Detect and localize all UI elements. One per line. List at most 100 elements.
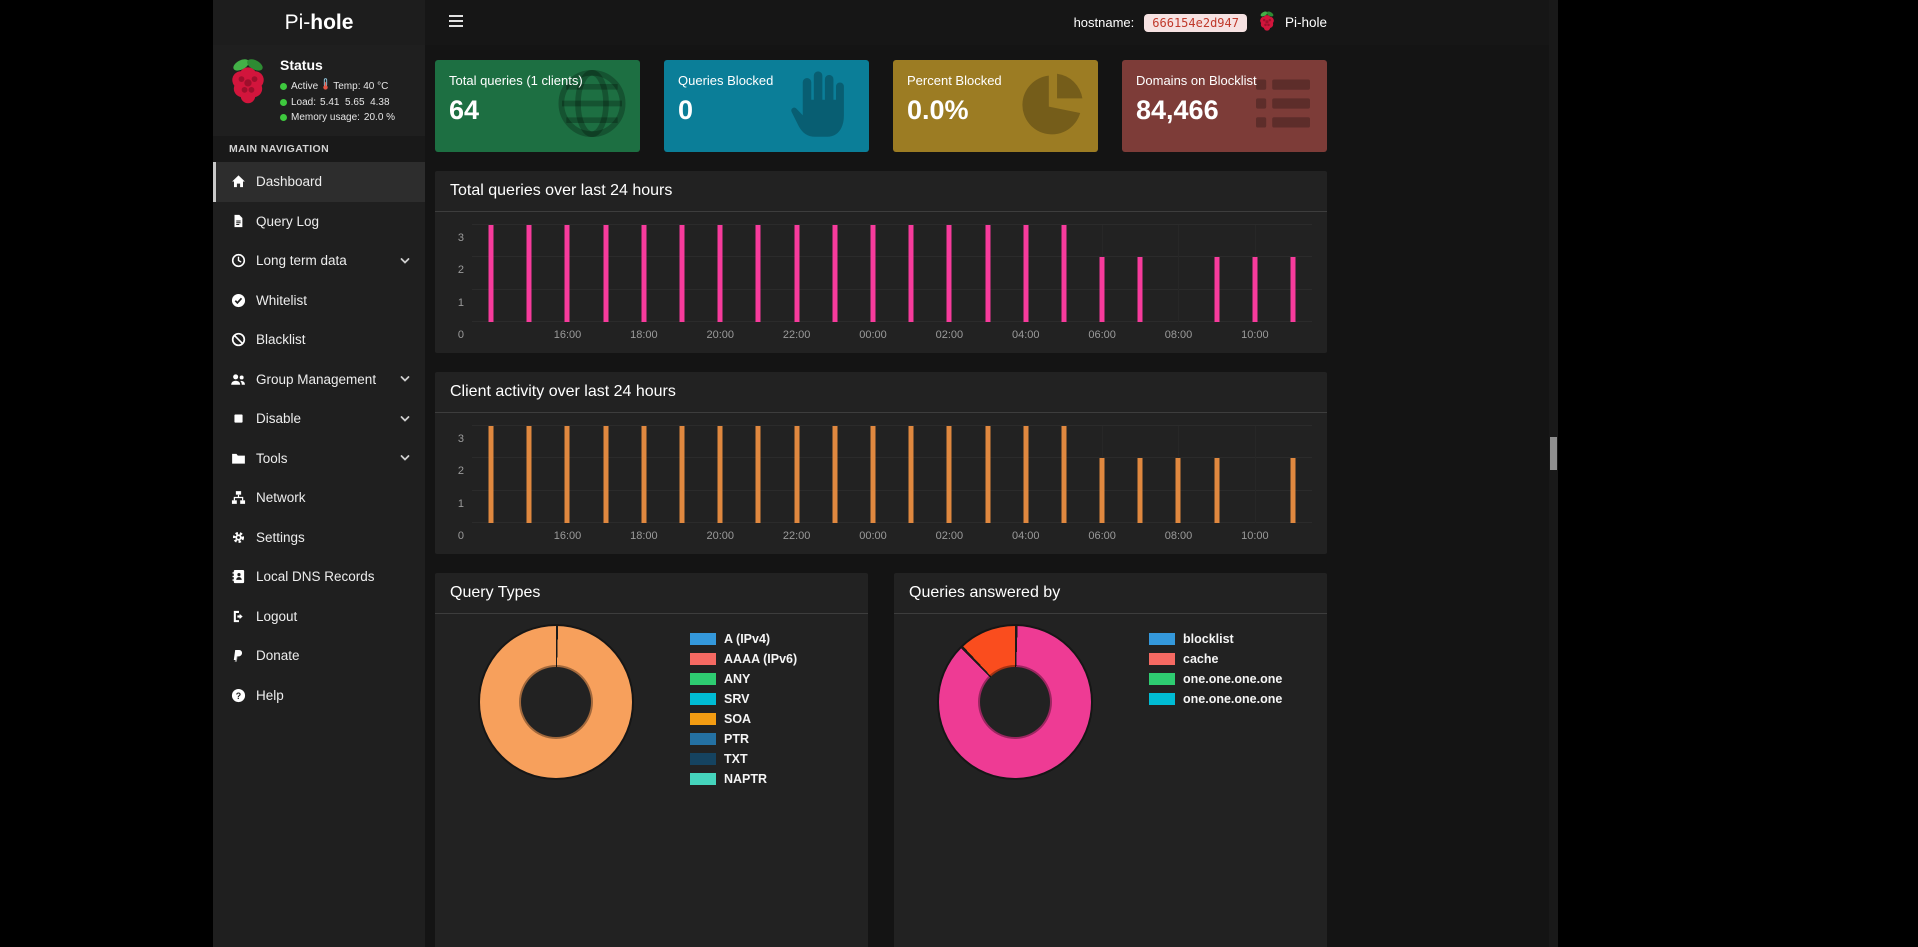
legend-item-one-one-one-one[interactable]: one.one.one.one xyxy=(1149,692,1282,706)
x-tick-slot xyxy=(816,329,854,341)
status-row: ActiveTemp: 40 °C xyxy=(280,78,395,95)
legend-item-txt[interactable]: TXT xyxy=(690,752,797,766)
plot-area[interactable] xyxy=(472,426,1312,523)
chevron-down-icon xyxy=(399,452,411,464)
sidebar-item-help[interactable]: ?Help xyxy=(213,676,425,716)
sidebar-item-dashboard[interactable]: Dashboard xyxy=(213,162,425,202)
x-tick-label: 02:00 xyxy=(936,329,964,341)
y-tick-label: 1 xyxy=(458,498,464,510)
x-tick-label: 16:00 xyxy=(554,329,582,341)
legend-label: one.one.one.one xyxy=(1183,672,1282,686)
plot-area[interactable] xyxy=(472,225,1312,322)
chart-slot xyxy=(548,225,586,322)
legend-item-ptr[interactable]: PTR xyxy=(690,732,797,746)
client-activity-chart[interactable]: 321016:0018:0020:0022:0000:0002:0004:000… xyxy=(435,413,1327,554)
queries-answered-by-donut[interactable] xyxy=(939,626,1091,778)
x-tick-label: 10:00 xyxy=(1241,329,1269,341)
x-tick-slot xyxy=(510,329,548,341)
legend-item-naptr[interactable]: NAPTR xyxy=(690,772,797,786)
product-name: Pi-hole xyxy=(1285,15,1327,30)
x-tick-slot xyxy=(1274,530,1312,542)
x-tick-slot: 02:00 xyxy=(930,530,968,542)
x-tick-slot xyxy=(1045,329,1083,341)
query-types-donut[interactable] xyxy=(480,626,632,778)
sidebar-item-disable[interactable]: Disable xyxy=(213,399,425,439)
sidebar-item-long-term-data[interactable]: Long term data xyxy=(213,241,425,281)
sidebar-item-group-management[interactable]: Group Management xyxy=(213,360,425,400)
chart-slot xyxy=(1198,426,1236,523)
legend-label: AAAA (IPv6) xyxy=(724,652,797,666)
queries-over-time-chart[interactable]: 321016:0018:0020:0022:0000:0002:0004:000… xyxy=(435,212,1327,353)
chart-slot xyxy=(739,225,777,322)
legend-swatch xyxy=(1149,693,1175,705)
sidebar-item-settings[interactable]: Settings xyxy=(213,518,425,558)
x-tick-label: 18:00 xyxy=(630,329,658,341)
status-dot-icon xyxy=(280,99,287,106)
x-tick-slot: 16:00 xyxy=(548,329,586,341)
chart-bar xyxy=(489,426,494,523)
pihole-website-link[interactable]: Pi-hole xyxy=(1257,10,1327,35)
sidebar-item-network[interactable]: Network xyxy=(213,478,425,518)
legend-item-any[interactable]: ANY xyxy=(690,672,797,686)
sidebar-item-label: Long term data xyxy=(256,253,347,268)
brand-logo[interactable]: Pi-hole xyxy=(213,0,425,45)
legend-item-one-one-one-one[interactable]: one.one.one.one xyxy=(1149,672,1282,686)
card-title: Queries Blocked xyxy=(678,73,855,88)
chart-bar xyxy=(1061,225,1066,322)
x-tick-label: 00:00 xyxy=(859,530,887,542)
top-navbar: Pi-hole hostname: 666154e2d947 Pi-hole xyxy=(213,0,1558,45)
status-title: Status xyxy=(280,57,395,73)
chart-bar xyxy=(756,426,761,523)
stop-icon xyxy=(229,412,247,425)
status-value: 20.0 % xyxy=(364,110,395,125)
chevron-down-icon xyxy=(399,373,411,385)
legend-item-soa[interactable]: SOA xyxy=(690,712,797,726)
chart-bar xyxy=(641,426,646,523)
panel-title-answered-by: Queries answered by xyxy=(909,584,1312,602)
x-axis-labels: 16:0018:0020:0022:0000:0002:0004:0006:00… xyxy=(472,329,1312,341)
chart-slot xyxy=(778,225,816,322)
legend-item-srv[interactable]: SRV xyxy=(690,692,797,706)
query-types-legend: A (IPv4) AAAA (IPv6) ANY SRV SOA PTR TXT NAPTR xyxy=(690,632,797,792)
chart-bar xyxy=(1176,458,1181,523)
scrollbar[interactable] xyxy=(1549,0,1558,947)
x-tick-slot xyxy=(663,329,701,341)
brand-prefix: Pi- xyxy=(285,11,311,35)
sidebar-toggle-button[interactable] xyxy=(440,0,472,45)
legend-item-a-ipv4[interactable]: A (IPv4) xyxy=(690,632,797,646)
chart-slot xyxy=(510,426,548,523)
y-tick-label: 3 xyxy=(458,232,464,244)
legend-item-cache[interactable]: cache xyxy=(1149,652,1282,666)
x-tick-slot: 04:00 xyxy=(1007,530,1045,542)
legend-item-aaaa-ipv6[interactable]: AAAA (IPv6) xyxy=(690,652,797,666)
address-book-icon xyxy=(229,569,247,584)
sidebar-item-label: Disable xyxy=(256,411,301,426)
card-title: Percent Blocked xyxy=(907,73,1084,88)
sidebar-item-query-log[interactable]: Query Log xyxy=(213,202,425,242)
svg-text:?: ? xyxy=(235,691,240,701)
chart-bar xyxy=(718,426,723,523)
panel-header: Queries answered by xyxy=(894,573,1327,614)
card-value: 0.0% xyxy=(907,95,1084,126)
sidebar-item-donate[interactable]: Donate xyxy=(213,636,425,676)
sidebar-item-blacklist[interactable]: Blacklist xyxy=(213,320,425,360)
x-tick-label: 06:00 xyxy=(1088,530,1116,542)
sidebar-item-local-dns-records[interactable]: Local DNS Records xyxy=(213,557,425,597)
x-tick-slot: 10:00 xyxy=(1236,329,1274,341)
legend-item-blocklist[interactable]: blocklist xyxy=(1149,632,1282,646)
legend-label: TXT xyxy=(724,752,748,766)
x-tick-slot xyxy=(892,530,930,542)
card-queries-blocked: Queries Blocked0 xyxy=(664,60,869,152)
scrollbar-thumb[interactable] xyxy=(1550,437,1557,470)
brand-bold: hole xyxy=(310,11,353,35)
x-tick-slot xyxy=(663,530,701,542)
x-tick-slot: 04:00 xyxy=(1007,329,1045,341)
chart-bar xyxy=(565,426,570,523)
legend-swatch xyxy=(690,773,716,785)
sidebar-item-whitelist[interactable]: Whitelist xyxy=(213,281,425,321)
sidebar-item-logout[interactable]: Logout xyxy=(213,597,425,637)
sidebar-item-tools[interactable]: Tools xyxy=(213,439,425,479)
total-queries-over-last-24-hours-plot: 321016:0018:0020:0022:0000:0002:0004:000… xyxy=(450,225,1312,341)
chart-slot xyxy=(816,426,854,523)
sidebar-item-label: Dashboard xyxy=(256,174,322,189)
